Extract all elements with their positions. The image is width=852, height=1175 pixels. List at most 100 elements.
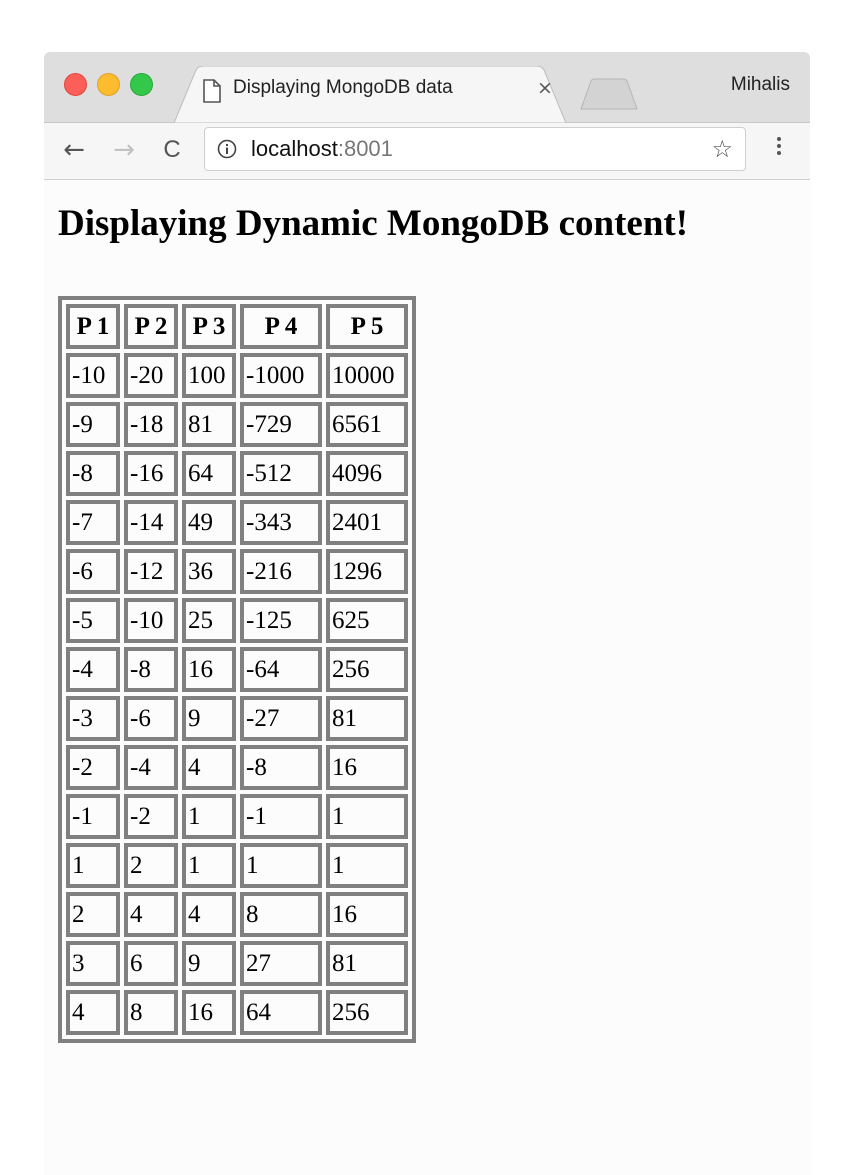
url-host: localhost [251, 136, 338, 161]
url-text[interactable]: localhost:8001 [251, 136, 393, 162]
table-row: -7 -14 49 -343 2401 [66, 500, 408, 545]
column-header: P 5 [326, 304, 408, 349]
table-cell: -1 [240, 794, 322, 839]
toolbar: ← → C localhost:8001 ☆ [44, 123, 810, 180]
table-cell: 1 [182, 843, 236, 888]
browser-window: Displaying MongoDB data × Mihalis ← → C … [44, 52, 810, 1175]
table-cell: -18 [124, 402, 178, 447]
close-window-button[interactable] [64, 73, 87, 96]
table-cell: -729 [240, 402, 322, 447]
table-row: -2 -4 4 -8 16 [66, 745, 408, 790]
table-cell: -8 [124, 647, 178, 692]
column-header: P 3 [182, 304, 236, 349]
active-tab[interactable]: Displaying MongoDB data × [174, 66, 566, 123]
table-cell: 4 [124, 892, 178, 937]
table-cell: 16 [182, 647, 236, 692]
table-cell: -1 [66, 794, 120, 839]
data-table: P 1 P 2 P 3 P 4 P 5 -10 -20 100 -1000 10000-… [58, 296, 416, 1043]
column-header: P 4 [240, 304, 322, 349]
table-cell: 16 [182, 990, 236, 1035]
table-cell: 9 [182, 941, 236, 986]
table-cell: -64 [240, 647, 322, 692]
table-cell: 3 [66, 941, 120, 986]
table-cell: 1 [326, 843, 408, 888]
table-cell: 4 [66, 990, 120, 1035]
table-cell: 100 [182, 353, 236, 398]
table-cell: 625 [326, 598, 408, 643]
table-cell: 6561 [326, 402, 408, 447]
table-cell: -9 [66, 402, 120, 447]
table-cell: 2401 [326, 500, 408, 545]
table-cell: 64 [182, 451, 236, 496]
table-cell: 16 [326, 892, 408, 937]
table-cell: 36 [182, 549, 236, 594]
page-title: Displaying Dynamic MongoDB content! [58, 203, 689, 244]
table-row: -1 -2 1 -1 1 [66, 794, 408, 839]
table-cell: -343 [240, 500, 322, 545]
table-cell: -2 [124, 794, 178, 839]
table-cell: -3 [66, 696, 120, 741]
table-cell: 4 [182, 892, 236, 937]
table-cell: -14 [124, 500, 178, 545]
table-cell: -125 [240, 598, 322, 643]
table-cell: 8 [240, 892, 322, 937]
table-cell: 1 [182, 794, 236, 839]
table-cell: -7 [66, 500, 120, 545]
table-cell: 81 [326, 696, 408, 741]
table-row: -4 -8 16 -64 256 [66, 647, 408, 692]
table-cell: 256 [326, 990, 408, 1035]
table-row: 12111 [66, 843, 408, 888]
table-cell: 256 [326, 647, 408, 692]
zoom-window-button[interactable] [130, 73, 153, 96]
table-cell: -12 [124, 549, 178, 594]
table-cell: -6 [66, 549, 120, 594]
column-header: P 2 [124, 304, 178, 349]
menu-dots-icon[interactable] [774, 135, 784, 163]
tab-title: Displaying MongoDB data [233, 77, 453, 98]
table-row: 4 8 16 64 256 [66, 990, 408, 1035]
table-cell: 8 [124, 990, 178, 1035]
profile-name[interactable]: Mihalis [731, 74, 790, 96]
table-cell: 6 [124, 941, 178, 986]
table-cell: -5 [66, 598, 120, 643]
table-cell: -27 [240, 696, 322, 741]
table-cell: -8 [240, 745, 322, 790]
column-header: P 1 [66, 304, 120, 349]
table-cell: -6 [124, 696, 178, 741]
address-bar[interactable]: localhost:8001 ☆ [204, 127, 746, 171]
table-cell: -4 [66, 647, 120, 692]
table-cell: 9 [182, 696, 236, 741]
tab-close-icon[interactable]: × [537, 76, 553, 100]
table-cell: 16 [326, 745, 408, 790]
minimize-window-button[interactable] [97, 73, 120, 96]
table-cell: -8 [66, 451, 120, 496]
table-cell: 1296 [326, 549, 408, 594]
table-cell: -10 [124, 598, 178, 643]
back-button[interactable]: ← [60, 137, 88, 165]
table-cell: -512 [240, 451, 322, 496]
url-port: :8001 [337, 136, 393, 161]
tab-strip: Displaying MongoDB data × Mihalis [44, 52, 810, 123]
bookmark-star-icon[interactable]: ☆ [711, 136, 733, 162]
table-cell: -2 [66, 745, 120, 790]
table-cell: 81 [326, 941, 408, 986]
table-cell: 64 [240, 990, 322, 1035]
forward-button[interactable]: → [110, 137, 138, 165]
table-body: -10 -20 100 -1000 10000 -9 -18 81 -729 6561 -8 -16 6… [66, 353, 408, 1035]
table-cell: 1 [326, 794, 408, 839]
table-cell: 4 [182, 745, 236, 790]
info-icon[interactable] [217, 139, 237, 159]
table-cell: 2 [66, 892, 120, 937]
table-cell: -216 [240, 549, 322, 594]
table-cell: -20 [124, 353, 178, 398]
table-row: 3 6 9 27 81 [66, 941, 408, 986]
document-icon [203, 79, 221, 103]
table-cell: 81 [182, 402, 236, 447]
table-row: -10 -20 100 -1000 10000 [66, 353, 408, 398]
table-cell: 1 [66, 843, 120, 888]
table-cell: 10000 [326, 353, 408, 398]
reload-button[interactable]: C [158, 137, 186, 165]
new-tab-button[interactable] [579, 78, 639, 110]
table-cell: 25 [182, 598, 236, 643]
table-cell: 1 [240, 843, 322, 888]
